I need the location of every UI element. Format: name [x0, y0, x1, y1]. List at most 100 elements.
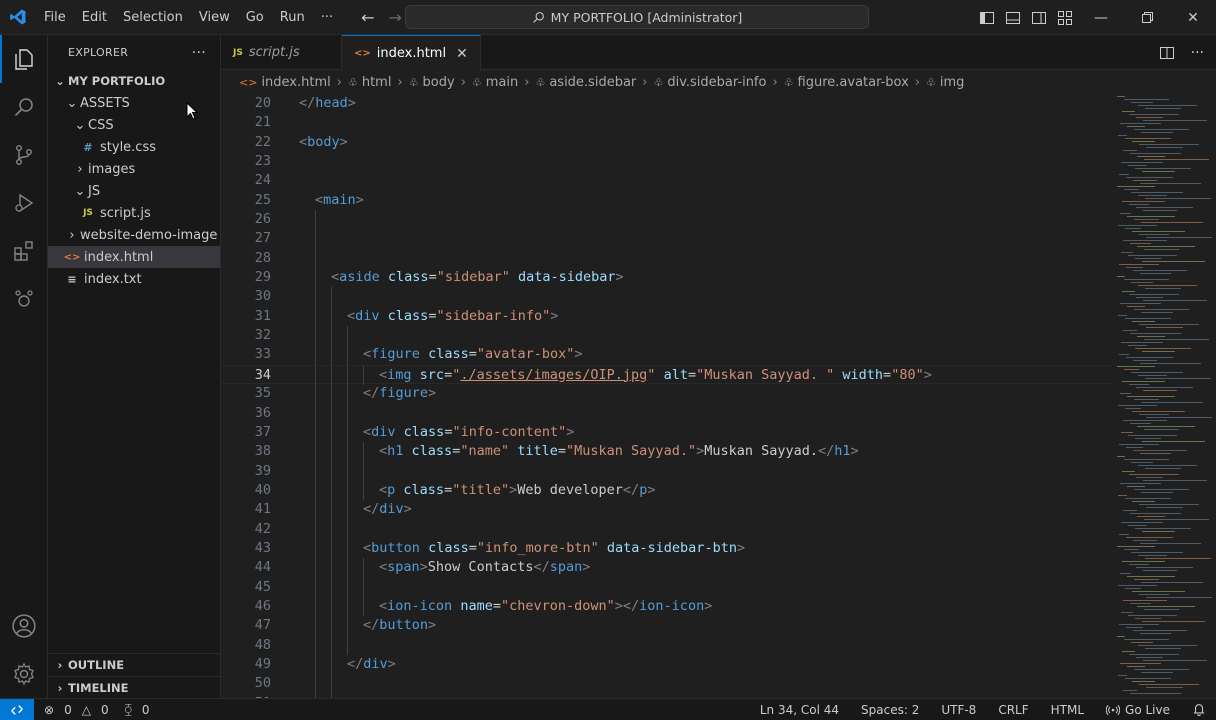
- close-window-icon[interactable]: ✕: [1170, 0, 1216, 35]
- code-line[interactable]: 24: [221, 171, 1111, 190]
- code-line[interactable]: 28: [221, 248, 1111, 269]
- code-line[interactable]: 39: [221, 461, 1111, 481]
- code-line[interactable]: 20 </head>: [221, 94, 1111, 113]
- line-number: 30: [254, 288, 271, 305]
- minimap-line: [1144, 249, 1179, 250]
- code-line[interactable]: 27: [221, 229, 1111, 249]
- close-tab-icon[interactable]: ✕: [456, 46, 468, 62]
- line-number: 48: [254, 636, 271, 653]
- encoding[interactable]: UTF-8: [941, 703, 976, 717]
- code-line[interactable]: 50: [221, 674, 1111, 694]
- minimap-line: [1124, 189, 1139, 190]
- code-line[interactable]: 35 </figure>: [221, 384, 1111, 404]
- code-line[interactable]: 47 </button>: [221, 616, 1111, 636]
- tree-root-folder[interactable]: ⌄ MY PORTFOLIO: [48, 70, 220, 92]
- code-line[interactable]: 38 <h1 class="name" title="Muskan Sayyad.…: [221, 442, 1111, 462]
- code-line[interactable]: 43 <button class="info_more-btn" data-sid…: [221, 538, 1111, 559]
- code-line[interactable]: 41 </div>: [221, 500, 1111, 520]
- tree-file-script-js[interactable]: JS script.js: [48, 202, 220, 224]
- restore-icon[interactable]: [1124, 0, 1170, 35]
- code-line[interactable]: 44 <span>Show Contacts</span>: [221, 558, 1111, 578]
- breadcrumb-item[interactable]: img: [940, 75, 965, 90]
- code-line[interactable]: 46 <ion-icon name="chevron-down"></ion-ic…: [221, 596, 1111, 617]
- language-mode[interactable]: HTML: [1051, 703, 1084, 717]
- code-line[interactable]: 26: [221, 210, 1111, 230]
- remote-indicator-icon[interactable]: [0, 698, 34, 720]
- code-line[interactable]: 22 <body>: [221, 133, 1111, 152]
- command-center-label: MY PORTFOLIO [Administrator]: [550, 9, 743, 25]
- accounts-icon[interactable]: [0, 602, 48, 650]
- minimize-icon[interactable]: —: [1078, 0, 1124, 35]
- notifications-bell-icon[interactable]: [1192, 702, 1206, 719]
- menu-edit[interactable]: Edit: [74, 0, 115, 35]
- tree-folder-website-demo-image[interactable]: › website-demo-image: [48, 224, 220, 246]
- code-line[interactable]: 42: [221, 519, 1111, 539]
- code-line[interactable]: 25 <main>: [221, 191, 1111, 210]
- go-live-button[interactable]: Go Live: [1106, 703, 1170, 717]
- menu-more[interactable]: ···: [313, 0, 341, 35]
- command-center[interactable]: MY PORTFOLIO [Administrator]: [405, 5, 869, 29]
- forward-arrow-icon[interactable]: →: [389, 8, 402, 27]
- code-line[interactable]: 29 <aside class="sidebar" data-sidebar>: [221, 268, 1111, 288]
- extensions-icon[interactable]: [0, 227, 48, 275]
- code-line[interactable]: 23: [221, 152, 1111, 171]
- tree-folder-images[interactable]: › images: [48, 158, 220, 180]
- menu-go[interactable]: Go: [238, 0, 272, 35]
- remote-explorer-icon[interactable]: [0, 275, 48, 323]
- menu-view[interactable]: View: [191, 0, 238, 35]
- explorer-sidebar: EXPLORER ··· ⌄ MY PORTFOLIO ⌄ ASSETS ⌄ C…: [48, 35, 221, 698]
- breadcrumb-item[interactable]: div.sidebar-info: [667, 75, 766, 90]
- tab-script-js[interactable]: JS script.js: [221, 35, 342, 70]
- code-editor[interactable]: 20 </head> 21 22 <body> 23 24 25 <main> 26 27 28 29 <…: [221, 94, 1111, 698]
- code-line[interactable]: 49 </div>: [221, 654, 1111, 675]
- code-line[interactable]: 32: [221, 326, 1111, 346]
- breadcrumb-item[interactable]: aside.sidebar: [549, 75, 636, 90]
- menu-selection[interactable]: Selection: [115, 0, 191, 35]
- code-line[interactable]: 45: [221, 577, 1111, 597]
- end-of-line[interactable]: CRLF: [998, 703, 1028, 717]
- settings-gear-icon[interactable]: [0, 650, 48, 698]
- code-line[interactable]: 48: [221, 635, 1111, 655]
- toggle-panel-icon[interactable]: [1000, 0, 1026, 35]
- back-arrow-icon[interactable]: ←: [361, 8, 374, 27]
- run-debug-icon[interactable]: [0, 179, 48, 227]
- indent-guide: [347, 500, 348, 520]
- code-line[interactable]: 40 <p class="title">Web developer</p>: [221, 480, 1111, 501]
- indentation[interactable]: Spaces: 2: [861, 703, 919, 717]
- search-view-icon[interactable]: [0, 83, 48, 131]
- source-control-icon[interactable]: [0, 131, 48, 179]
- toggle-secondary-sidebar-icon[interactable]: [1026, 0, 1052, 35]
- tree-file-index-html[interactable]: <> index.html: [48, 246, 220, 268]
- split-editor-icon[interactable]: [1159, 45, 1175, 61]
- timeline-section[interactable]: › TIMELINE: [48, 676, 221, 698]
- customize-layout-icon[interactable]: [1052, 0, 1078, 35]
- problems-indicator[interactable]: ⊗ 0 △ 0 ⧲ 0: [44, 702, 149, 717]
- breadcrumb-item[interactable]: index.html: [261, 75, 330, 90]
- tree-file-index-txt[interactable]: ≡ index.txt: [48, 268, 220, 290]
- explorer-more-icon[interactable]: ···: [192, 45, 206, 61]
- code-line[interactable]: 33 <figure class="avatar-box">: [221, 345, 1111, 365]
- breadcrumb-item[interactable]: figure.avatar-box: [798, 75, 909, 90]
- code-line[interactable]: 30: [221, 287, 1111, 307]
- breadcrumb-item[interactable]: body: [423, 75, 455, 90]
- cursor-position[interactable]: Ln 34, Col 44: [760, 703, 839, 717]
- code-line[interactable]: 34 <img src="./assets/images/OIP.jpg" alt…: [221, 364, 1111, 386]
- outline-section[interactable]: › OUTLINE: [48, 653, 221, 675]
- breadcrumb-item[interactable]: main: [486, 75, 518, 90]
- code-line[interactable]: 37 <div class="info-content">: [221, 422, 1111, 443]
- explorer-icon[interactable]: [0, 35, 48, 83]
- more-actions-icon[interactable]: ···: [1191, 45, 1204, 61]
- menu-file[interactable]: File: [36, 0, 74, 35]
- activity-bar: [0, 35, 48, 698]
- code-line[interactable]: 31 <div class="sidebar-info">: [221, 306, 1111, 327]
- menu-run[interactable]: Run: [272, 0, 313, 35]
- tab-index-html[interactable]: <> index.html ✕: [342, 35, 481, 71]
- breadcrumb-item[interactable]: html: [362, 75, 392, 90]
- code-line[interactable]: 36: [221, 403, 1111, 423]
- minimap[interactable]: [1111, 94, 1216, 698]
- toggle-primary-sidebar-icon[interactable]: [974, 0, 1000, 35]
- tree-folder-js[interactable]: ⌄ JS: [48, 180, 220, 202]
- minimap-line: [1136, 117, 1163, 118]
- tree-file-style-css[interactable]: # style.css: [48, 136, 220, 158]
- code-line[interactable]: 21: [221, 113, 1111, 132]
